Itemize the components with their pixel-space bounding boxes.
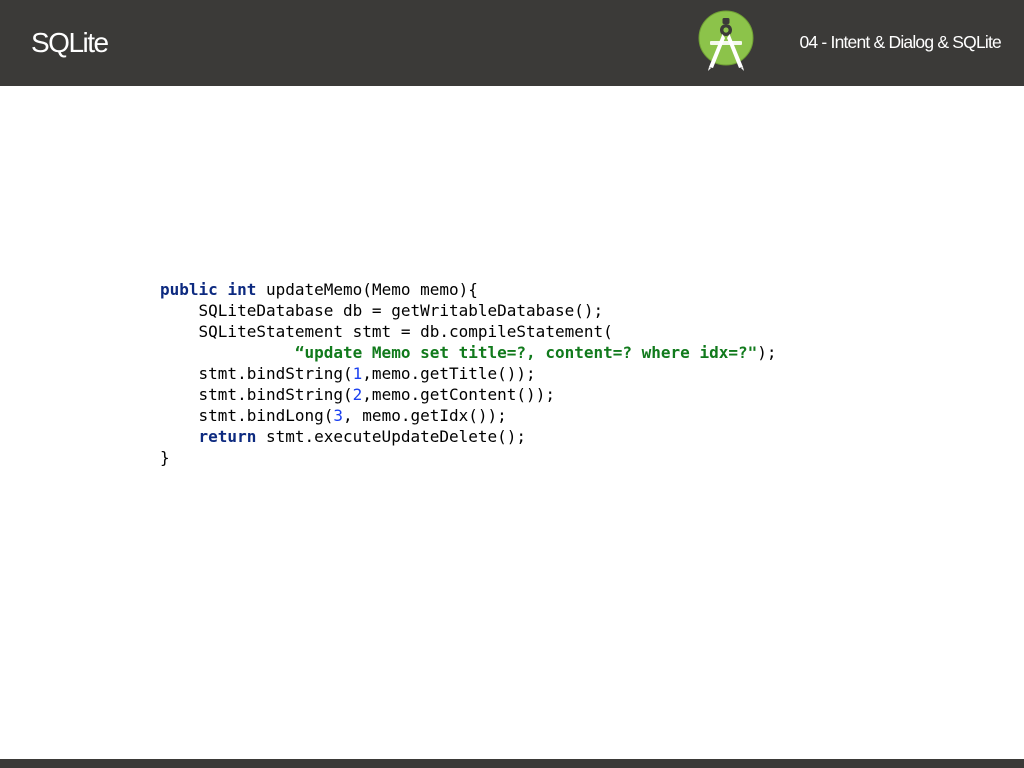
- code-block: public int updateMemo(Memo memo){ SQLite…: [160, 279, 777, 468]
- code-line: return stmt.executeUpdateDelete();: [160, 426, 777, 447]
- code-text: ,memo.getTitle());: [362, 364, 536, 383]
- code-line: }: [160, 447, 777, 468]
- code-line: SQLiteStatement stmt = db.compileStateme…: [160, 321, 777, 342]
- code-text: ,memo.getContent());: [362, 385, 555, 404]
- code-string: “update Memo set title=?, content=? wher…: [294, 343, 758, 362]
- code-text: SQLiteDatabase db = getWritableDatabase(…: [160, 301, 604, 320]
- code-text: stmt.executeUpdateDelete();: [256, 427, 527, 446]
- code-keyword: int: [227, 280, 257, 299]
- chapter-title: 04 - Intent & Dialog & SQLite: [799, 32, 1001, 52]
- code-line: SQLiteDatabase db = getWritableDatabase(…: [160, 300, 777, 321]
- code-keyword: public: [160, 280, 218, 299]
- code-text: stmt.bindString(: [160, 364, 353, 383]
- slide: SQLite 04 - Intent & Dialog & SQLite pub…: [0, 0, 1024, 768]
- code-line: “update Memo set title=?, content=? wher…: [160, 342, 777, 363]
- android-studio-icon: [698, 10, 754, 71]
- code-number: 1: [352, 364, 363, 383]
- slide-title: SQLite: [31, 27, 109, 58]
- code-line: stmt.bindLong(3, memo.getIdx());: [160, 405, 777, 426]
- code-text: );: [757, 343, 777, 362]
- code-line: stmt.bindString(2,memo.getContent());: [160, 384, 777, 405]
- code-text: SQLiteStatement stmt = db.compileStateme…: [160, 322, 613, 341]
- code-text: }: [160, 448, 170, 467]
- header-bar: SQLite 04 - Intent & Dialog & SQLite: [0, 0, 1024, 86]
- code-text: , memo.getIdx());: [343, 406, 507, 425]
- code-number: 2: [352, 385, 363, 404]
- code-keyword: return: [198, 427, 257, 446]
- code-text: stmt.bindLong(: [160, 406, 334, 425]
- code-line: stmt.bindString(1,memo.getTitle());: [160, 363, 777, 384]
- code-number: 3: [333, 406, 344, 425]
- code-text: updateMemo(Memo memo){: [256, 280, 478, 299]
- code-text: stmt.bindString(: [160, 385, 353, 404]
- footer-bar: [0, 759, 1024, 768]
- code-line: public int updateMemo(Memo memo){: [160, 279, 777, 300]
